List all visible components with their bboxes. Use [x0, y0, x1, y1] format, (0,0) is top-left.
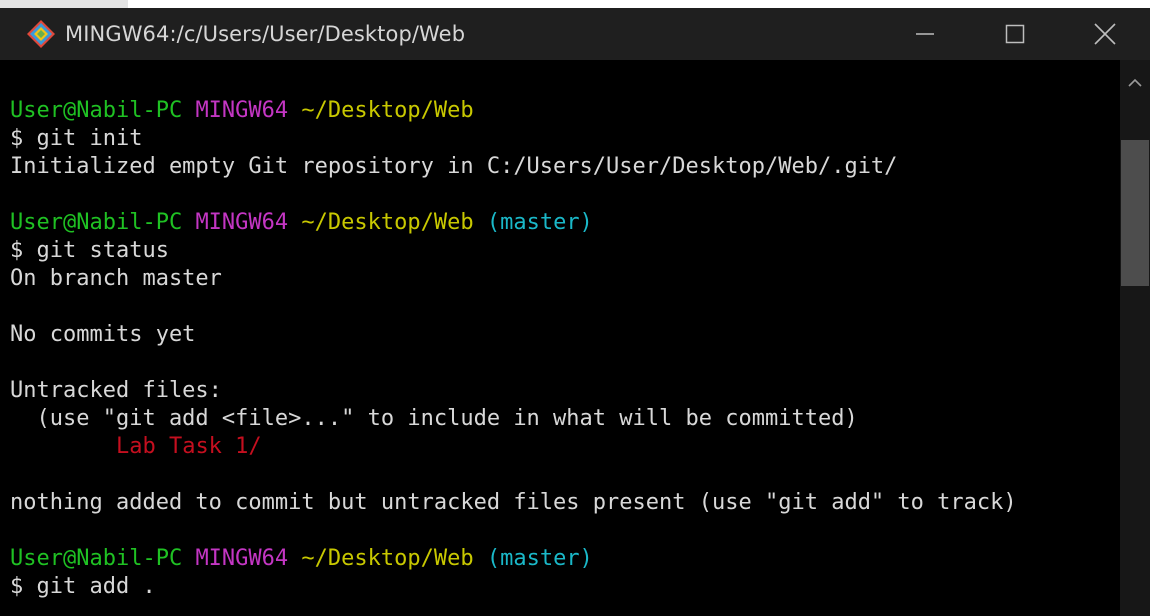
close-button[interactable] [1060, 8, 1150, 60]
terminal-line: (use "git add <file>..." to include in w… [0, 405, 1120, 433]
terminal-text-segment: (master) [486, 546, 593, 571]
terminal-line: Lab Task 1/ [0, 433, 1120, 461]
title-bar[interactable]: MINGW64:/c/Users/User/Desktop/Web [0, 8, 1150, 60]
terminal-text-segment: No commits yet [10, 322, 196, 347]
vertical-scrollbar[interactable] [1120, 60, 1150, 616]
terminal-text-segment: ~/Desktop/Web [301, 98, 474, 123]
terminal-text-segment: nothing added to commit but untracked fi… [10, 490, 1017, 515]
terminal-text-segment: $ git status [10, 238, 169, 263]
terminal-text-segment: User@Nabil-PC [10, 98, 183, 123]
terminal-text-segment: User@Nabil-PC [10, 546, 183, 571]
terminal-line: $ git init [0, 125, 1120, 153]
terminal-line: Initialized empty Git repository in C:/U… [0, 153, 1120, 181]
maximize-icon [1005, 24, 1025, 44]
terminal-line: No commits yet [0, 321, 1120, 349]
terminal-line: User@Nabil-PC MINGW64 ~/Desktop/Web (mas… [0, 209, 1120, 237]
terminal-output[interactable]: User@Nabil-PC MINGW64 ~/Desktop/Web $ git… [0, 60, 1120, 616]
terminal-line: User@Nabil-PC MINGW64 ~/Desktop/Web [0, 97, 1120, 125]
terminal-text-segment: ~/Desktop/Web [301, 210, 474, 235]
terminal-line: Untracked files: [0, 377, 1120, 405]
close-icon [1094, 23, 1116, 45]
terminal-text-segment: MINGW64 [195, 546, 289, 571]
terminal-line: $ git status [0, 237, 1120, 265]
terminal-text-segment: $ git add . [10, 574, 156, 599]
terminal-text-segment: Initialized empty Git repository in C:/U… [10, 154, 898, 179]
terminal-text-segment: ~/Desktop/Web [301, 546, 474, 571]
terminal-text-segment: (master) [486, 210, 593, 235]
minimize-icon [916, 33, 934, 35]
window-title: MINGW64:/c/Users/User/Desktop/Web [65, 22, 466, 46]
git-diamond-icon [26, 19, 56, 49]
terminal-text-segment: On branch master [10, 266, 222, 291]
terminal-text-segment: MINGW64 [195, 98, 289, 123]
terminal-text-segment: (use "git add <file>..." to include in w… [10, 406, 858, 431]
terminal-text-segment: Untracked files: [10, 378, 222, 403]
chevron-up-icon [1128, 78, 1142, 87]
scroll-up-button[interactable] [1120, 68, 1150, 98]
terminal-text-segment: $ git init [10, 126, 143, 151]
terminal-line: On branch master [0, 265, 1120, 293]
scrollbar-thumb[interactable] [1121, 140, 1149, 286]
background-desktop-strip [0, 0, 128, 8]
terminal-text-segment: Lab Task 1/ [115, 434, 262, 459]
minimize-button[interactable] [880, 8, 970, 60]
maximize-button[interactable] [970, 8, 1060, 60]
terminal-window: MINGW64:/c/Users/User/Desktop/Web User@N… [0, 8, 1150, 616]
terminal-line: $ git add . [0, 573, 1120, 601]
terminal-line: nothing added to commit but untracked fi… [0, 489, 1120, 517]
terminal-line: User@Nabil-PC MINGW64 ~/Desktop/Web (mas… [0, 545, 1120, 573]
terminal-text-segment: MINGW64 [195, 210, 289, 235]
terminal-text-segment: User@Nabil-PC [10, 210, 183, 235]
